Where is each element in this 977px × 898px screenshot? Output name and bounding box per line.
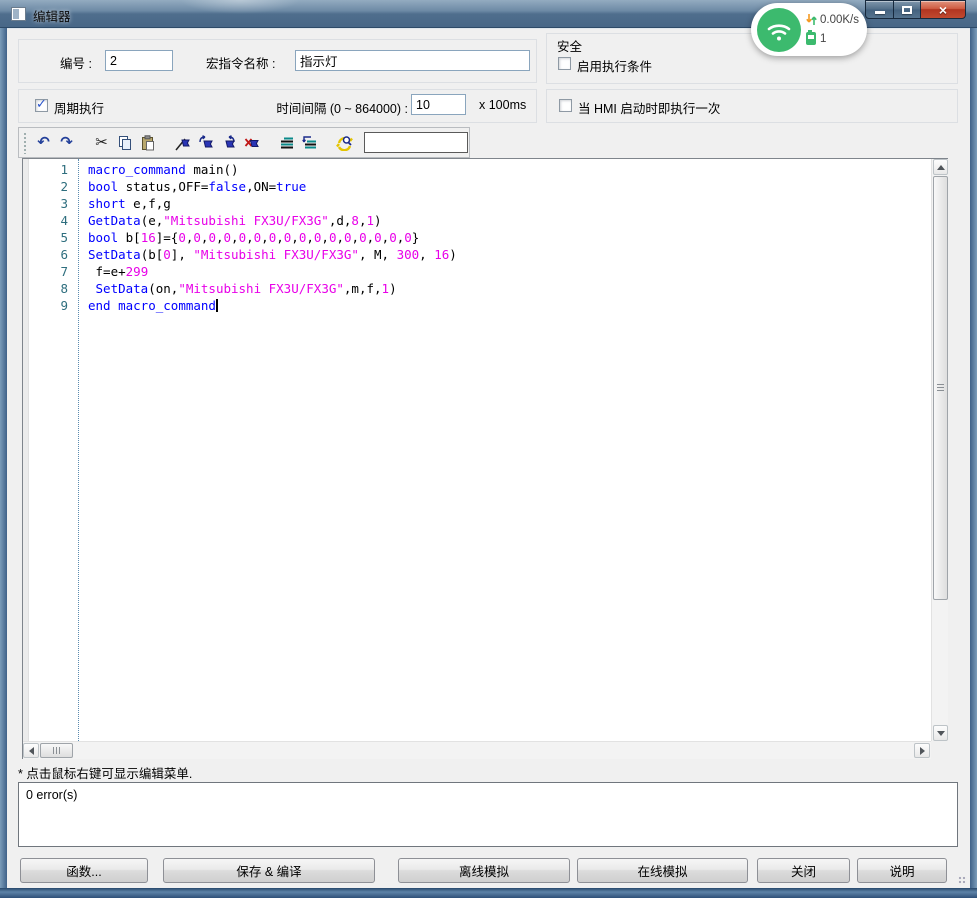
online-simulation-button[interactable]: 在线模拟 — [577, 858, 748, 883]
compile-output[interactable]: 0 error(s) — [18, 782, 958, 847]
vertical-scrollbar-thumb[interactable] — [933, 176, 948, 600]
undo-icon[interactable]: ↶ — [32, 131, 55, 154]
scroll-up-button[interactable] — [933, 159, 948, 175]
error-count: 0 error(s) — [26, 788, 77, 802]
editor-window: 编辑器 × 0.00K/s 1 — [0, 0, 977, 898]
code-lines: 1macro_command main()2bool status,OFF=fa… — [23, 161, 931, 314]
network-speed-widget[interactable]: 0.00K/s 1 — [751, 3, 867, 56]
code-line[interactable]: 6SetData(b[0], "Mitsubishi FX3U/FX3G", M… — [23, 246, 931, 263]
code-editor: 1macro_command main()2bool status,OFF=fa… — [22, 158, 948, 759]
enable-condition-checkbox[interactable] — [558, 57, 571, 70]
security-title: 安全 — [557, 36, 582, 55]
scrollbar-corner — [931, 741, 948, 759]
thumb-grip-icon — [53, 747, 61, 754]
line-number: 5 — [23, 229, 68, 246]
bookmark-clear-icon[interactable] — [240, 131, 263, 154]
maximize-button[interactable] — [893, 0, 921, 19]
macro-name-input[interactable] — [295, 50, 530, 71]
maximize-icon — [902, 6, 912, 14]
window-title: 编辑器 — [33, 6, 71, 25]
code-area[interactable]: 1macro_command main()2bool status,OFF=fa… — [23, 159, 931, 741]
copy-icon[interactable] — [113, 131, 136, 154]
network-count-value: 1 — [820, 33, 826, 45]
find-icon[interactable] — [333, 131, 356, 154]
paste-icon[interactable] — [136, 131, 159, 154]
toolbar-grip[interactable] — [23, 132, 27, 154]
app-icon — [11, 7, 26, 21]
edit-menu-hint: * 点击鼠标右键可显示编辑菜单. — [18, 763, 192, 782]
scroll-left-button[interactable] — [23, 743, 39, 758]
redo-icon[interactable]: ↷ — [55, 131, 78, 154]
right-arrow-icon — [920, 747, 925, 755]
goto-line-icon[interactable] — [275, 131, 298, 154]
bookmark-prev-icon[interactable] — [217, 131, 240, 154]
updown-arrows-icon — [806, 13, 817, 26]
macro-name-label: 宏指令名称 : — [206, 53, 275, 72]
scroll-down-button[interactable] — [933, 725, 948, 741]
bookmark-next-icon[interactable] — [194, 131, 217, 154]
network-speed-value: 0.00K/s — [820, 14, 859, 26]
search-input[interactable] — [364, 132, 468, 153]
scroll-right-button[interactable] — [914, 743, 930, 758]
code-line[interactable]: 9end macro_command — [23, 297, 931, 314]
code-line[interactable]: 8 SetData(on,"Mitsubishi FX3U/FX3G",m,f,… — [23, 280, 931, 297]
up-arrow-icon — [937, 165, 945, 170]
down-arrow-icon — [937, 731, 945, 736]
bookmark-toggle-icon[interactable] — [171, 131, 194, 154]
titlebar-sheen — [180, 0, 300, 14]
number-input[interactable] — [105, 50, 173, 71]
minimize-button[interactable] — [865, 0, 894, 19]
minimize-icon — [875, 11, 885, 14]
line-number: 7 — [23, 263, 68, 280]
line-number: 4 — [23, 212, 68, 229]
line-number: 8 — [23, 280, 68, 297]
functions-button[interactable]: 函数... — [20, 858, 148, 883]
vertical-scrollbar[interactable] — [931, 159, 948, 741]
thumb-grip-icon — [937, 384, 944, 392]
line-number: 3 — [23, 195, 68, 212]
editor-toolbar: ↶ ↷ ✂ — [18, 127, 470, 158]
text-caret — [216, 299, 218, 312]
window-frame-left — [0, 28, 7, 898]
horizontal-scrollbar[interactable] — [23, 741, 931, 759]
horizontal-scrollbar-thumb[interactable] — [40, 743, 73, 758]
save-compile-button[interactable]: 保存 & 编译 — [163, 858, 375, 883]
wifi-icon[interactable] — [757, 8, 801, 52]
close-dialog-button[interactable]: 关闭 — [757, 858, 850, 883]
line-number: 1 — [23, 161, 68, 178]
code-line[interactable]: 2bool status,OFF=false,ON=true — [23, 178, 931, 195]
periodic-label: 周期执行 — [54, 98, 104, 117]
run-once-checkbox[interactable] — [559, 99, 572, 112]
run-once-label: 当 HMI 启动时即执行一次 — [578, 98, 720, 117]
battery-icon — [806, 32, 816, 45]
resize-grip-icon[interactable] — [958, 876, 967, 885]
line-number: 9 — [23, 297, 68, 314]
goto-label-icon[interactable] — [298, 131, 321, 154]
code-line[interactable]: 7 f=e+299 — [23, 263, 931, 280]
interval-label: 时间间隔 (0 ~ 864000) : — [240, 98, 408, 117]
code-line[interactable]: 3short e,f,g — [23, 195, 931, 212]
code-line[interactable]: 1macro_command main() — [23, 161, 931, 178]
code-line[interactable]: 5bool b[16]={0,0,0,0,0,0,0,0,0,0,0,0,0,0… — [23, 229, 931, 246]
interval-unit-label: x 100ms — [479, 98, 526, 112]
left-arrow-icon — [29, 747, 34, 755]
code-line[interactable]: 4GetData(e,"Mitsubishi FX3U/FX3G",d,8,1) — [23, 212, 931, 229]
periodic-checkbox[interactable]: ✓ — [35, 99, 48, 112]
window-frame-right — [970, 28, 977, 898]
offline-simulation-button[interactable]: 离线模拟 — [398, 858, 570, 883]
check-icon: ✓ — [36, 96, 47, 112]
close-button[interactable]: × — [920, 0, 966, 19]
number-label: 编号 : — [60, 53, 92, 72]
close-icon: × — [939, 2, 947, 18]
interval-input[interactable] — [411, 94, 466, 115]
window-frame-bottom — [0, 888, 977, 898]
help-button[interactable]: 说明 — [857, 858, 947, 883]
cut-icon[interactable]: ✂ — [90, 131, 113, 154]
enable-condition-label: 启用执行条件 — [577, 56, 652, 75]
line-number: 6 — [23, 246, 68, 263]
line-number: 2 — [23, 178, 68, 195]
